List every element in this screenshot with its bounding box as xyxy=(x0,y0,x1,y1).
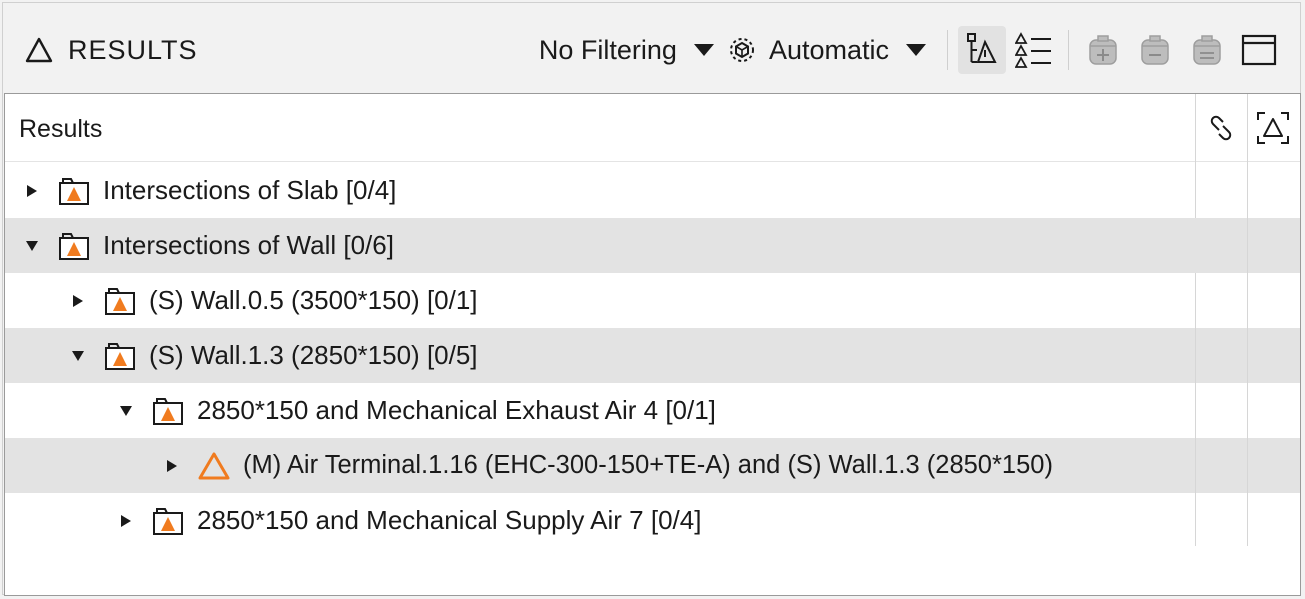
tree-row-label: Intersections of Wall [0/6] xyxy=(103,230,394,260)
list-view-icon xyxy=(1015,32,1051,68)
tree-row[interactable]: (S) Wall.1.3 (2850*150) [0/5] xyxy=(5,328,1195,383)
warning-folder-icon xyxy=(57,231,91,261)
tree-row-label: (M) Air Terminal.1.16 (EHC-300-150+TE-A)… xyxy=(243,451,1053,479)
tree-row-label: 2850*150 and Mechanical Supply Air 7 [0/… xyxy=(197,505,702,535)
add-stack-icon xyxy=(1089,35,1117,65)
window-icon xyxy=(1241,34,1277,66)
tree-row[interactable]: 2850*150 and Mechanical Exhaust Air 4 [0… xyxy=(5,383,1195,438)
tree-row-label: Intersections of Slab [0/4] xyxy=(103,175,397,205)
expand-arrow-icon[interactable] xyxy=(21,184,43,198)
add-group-button[interactable] xyxy=(1079,26,1127,74)
expand-arrow-icon[interactable] xyxy=(161,459,183,473)
tree-row-label: 2850*150 and Mechanical Exhaust Air 4 [0… xyxy=(197,395,716,425)
tree-row[interactable]: (S) Wall.0.5 (3500*150) [0/1] xyxy=(5,273,1257,328)
tree-row[interactable]: 2850*150 and Mechanical Supply Air 7 [0/… xyxy=(5,493,1195,548)
mode-dropdown-label: Automatic xyxy=(768,34,889,65)
toolbar-separator xyxy=(947,30,948,70)
collapse-arrow-icon[interactable] xyxy=(21,240,43,252)
focus-column-header[interactable] xyxy=(1247,94,1299,162)
results-tree: Results Intersections of Slab [0/4] Inte… xyxy=(4,93,1301,596)
warning-folder-icon xyxy=(151,396,185,426)
warning-folder-icon xyxy=(103,286,137,316)
panel-header: RESULTS No Filtering Automatic xyxy=(4,8,1301,92)
filter-dropdown[interactable]: No Filtering xyxy=(539,35,727,66)
warning-triangle-icon xyxy=(25,37,53,63)
panel-title: RESULTS xyxy=(24,35,198,66)
expand-arrow-icon[interactable] xyxy=(115,514,137,528)
remove-stack-icon xyxy=(1141,35,1169,65)
clear-group-button[interactable] xyxy=(1183,26,1231,74)
collapse-arrow-icon[interactable] xyxy=(115,405,137,417)
remove-group-button[interactable] xyxy=(1131,26,1179,74)
chevron-down-icon xyxy=(906,44,926,56)
warning-folder-icon xyxy=(103,341,137,371)
filter-dropdown-label: No Filtering xyxy=(538,34,677,65)
link-column-header[interactable] xyxy=(1195,94,1247,162)
warning-folder-icon xyxy=(151,506,185,536)
stack-icon xyxy=(1193,35,1221,65)
cube-gear-icon xyxy=(729,38,754,62)
expand-arrow-icon[interactable] xyxy=(67,294,89,308)
tree-row-label: (S) Wall.1.3 (2850*150) [0/5] xyxy=(149,340,478,370)
panel-title-text: RESULTS xyxy=(68,34,198,65)
tree-row-label: (S) Wall.0.5 (3500*150) [0/1] xyxy=(149,285,478,315)
link-icon xyxy=(1210,115,1232,141)
window-layout-button[interactable] xyxy=(1235,26,1283,74)
tree-row[interactable]: Intersections of Wall [0/6] xyxy=(5,218,1211,273)
tree-view-button[interactable] xyxy=(958,26,1006,74)
toolbar-separator xyxy=(1068,30,1069,70)
tree-view-icon xyxy=(967,33,997,63)
column-title-results: Results xyxy=(19,115,103,143)
list-view-button[interactable] xyxy=(1010,26,1058,74)
tree-row[interactable]: (M) Air Terminal.1.16 (EHC-300-150+TE-A)… xyxy=(5,438,1195,493)
warning-folder-icon xyxy=(57,176,91,206)
warning-triangle-icon xyxy=(197,451,231,481)
toolbar: No Filtering Automatic xyxy=(539,8,1285,92)
mode-dropdown[interactable]: Automatic xyxy=(727,35,939,66)
chevron-down-icon xyxy=(693,44,714,56)
tree-column-header: Results xyxy=(5,94,1300,162)
focus-triangle-icon xyxy=(1257,112,1289,144)
tree-row[interactable]: Intersections of Slab [0/4] xyxy=(5,163,1211,218)
collapse-arrow-icon[interactable] xyxy=(67,350,89,362)
